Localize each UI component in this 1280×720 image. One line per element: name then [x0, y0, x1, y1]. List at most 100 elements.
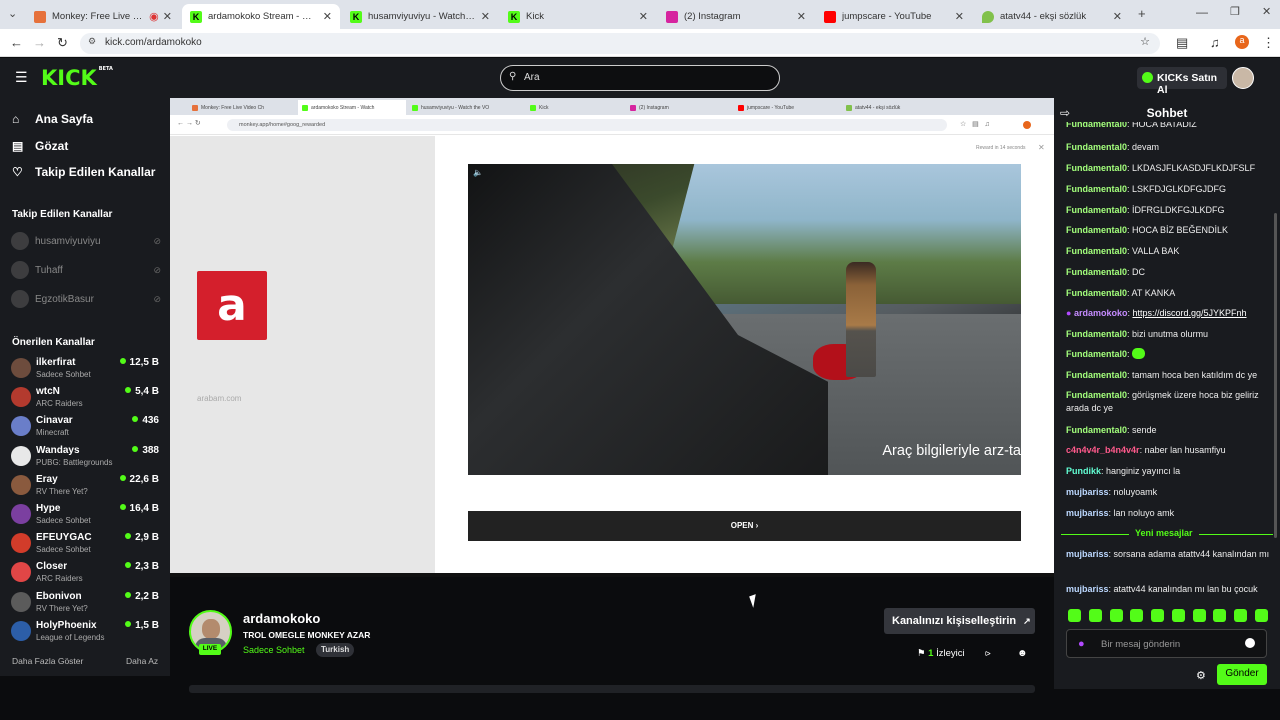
recommended-channel[interactable]: EFEUYGAC Sadece Sohbet 2,9 B [11, 530, 161, 558]
collapse-chat-icon[interactable]: ⇨ [1060, 106, 1070, 120]
sidebar-item-browse[interactable]: ▤ Gözat [12, 139, 68, 153]
follow-user-icon[interactable]: ☻ [1017, 648, 1028, 659]
site-info-icon[interactable]: ⚙ [88, 36, 96, 47]
forward-icon[interactable]: → [33, 35, 46, 50]
sidebar-item-home[interactable]: ⌂ Ana Sayfa [12, 112, 93, 126]
followed-channel[interactable]: EgzotikBasur ⊘ [11, 290, 161, 308]
emoji-picker-icon[interactable] [1245, 638, 1255, 648]
tab-search-icon[interactable]: ⌄ [8, 7, 17, 20]
close-window-icon[interactable]: ✕ [1262, 5, 1271, 18]
chat-username[interactable]: Fundamental0 [1066, 246, 1127, 256]
chat-username[interactable]: Fundamental0 [1066, 205, 1127, 215]
chat-scrollbar[interactable] [1274, 213, 1277, 538]
chat-username[interactable]: Fundamental0 [1066, 225, 1127, 235]
followed-channel[interactable]: Tuhaff ⊘ [11, 261, 161, 279]
stream-category[interactable]: Sadece Sohbet [243, 645, 305, 655]
recommended-channel[interactable]: Wandays PUBG: Battlegrounds 388 [11, 443, 161, 471]
extensions-icon[interactable]: ▤ [1176, 35, 1188, 51]
emote-icon[interactable] [1088, 609, 1102, 622]
followed-channel[interactable]: husamviyuviyu ⊘ [11, 232, 161, 250]
chat-username[interactable]: Fundamental0 [1066, 390, 1127, 400]
show-more-link[interactable]: Daha Fazla Göster [12, 656, 83, 666]
share-icon[interactable]: ⪧ [985, 648, 991, 659]
back-icon[interactable]: ← [10, 35, 23, 50]
browser-tab-youtube[interactable]: jumpscare - YouTube ✕ [816, 4, 972, 29]
chat-username[interactable]: Fundamental0 [1066, 425, 1127, 435]
chat-username[interactable]: mujbariss [1066, 584, 1109, 594]
browser-tab-instagram[interactable]: (2) Instagram ✕ [658, 4, 814, 29]
chat-username[interactable]: Fundamental0 [1066, 267, 1127, 277]
sidebar-item-following[interactable]: ♡ Takip Edilen Kanallar [12, 165, 155, 179]
url-field[interactable]: ⚙ kick.com/ardamokoko ☆ [80, 33, 1160, 54]
emote-icon[interactable] [1213, 609, 1227, 622]
viewer-count: 2,3 B [125, 561, 159, 572]
close-tab-icon[interactable]: ✕ [797, 10, 806, 23]
chat-username[interactable]: Fundamental0 [1066, 142, 1127, 152]
emote-icon[interactable] [1254, 609, 1268, 622]
recommended-channel[interactable]: Hype Sadece Sohbet 16,4 B [11, 501, 161, 529]
recommended-channel[interactable]: Closer ARC Raiders 2,3 B [11, 559, 161, 587]
emote-icon[interactable] [1068, 609, 1081, 622]
emote-icon[interactable] [1192, 609, 1206, 622]
discord-link[interactable]: https://discord.gg/5JYKPFnh [1132, 308, 1246, 318]
emote-icon[interactable] [1234, 609, 1248, 622]
chat-username[interactable]: Fundamental0 [1066, 349, 1127, 359]
minimize-icon[interactable]: — [1196, 5, 1208, 19]
profile-avatar[interactable]: a [1235, 35, 1249, 49]
close-tab-icon[interactable]: ✕ [955, 10, 964, 23]
chat-username[interactable]: Fundamental0 [1066, 163, 1127, 173]
channel-name: Wandays [36, 444, 80, 456]
stream-video-player[interactable]: Monkey: Free Live Video Ch ardamokoko Str… [170, 98, 1054, 577]
send-button[interactable]: Gönder [1217, 664, 1267, 685]
browser-tab-monkey[interactable]: Monkey: Free Live Video Ch ◉ ✕ [26, 4, 180, 29]
chat-username[interactable]: Fundamental0 [1066, 122, 1127, 129]
browser-tab-husamviyuviyu[interactable]: K husamviyuviyu - Watch the VO ✕ [342, 4, 498, 29]
chat-username[interactable]: Fundamental0 [1066, 329, 1127, 339]
close-tab-icon[interactable]: ✕ [163, 10, 172, 23]
chat-username[interactable]: mujbariss [1066, 508, 1109, 518]
customize-channel-button[interactable]: Kanalınızı kişiselleştirin ↗ [884, 608, 1035, 634]
media-icon[interactable]: ♫ [1210, 35, 1220, 50]
show-less-link[interactable]: Daha Az [126, 656, 158, 666]
recommended-channel[interactable]: wtcN ARC Raiders 5,4 B [11, 384, 161, 412]
channel-name[interactable]: ardamokoko [243, 611, 320, 626]
user-avatar[interactable] [1232, 67, 1254, 89]
emote-icon[interactable] [1171, 609, 1185, 622]
recommended-channel[interactable]: HolyPhoenix League of Legends 1,5 B [11, 618, 161, 646]
kick-logo[interactable]: KICK BETA [41, 66, 113, 90]
browser-tab-ardamokoko[interactable]: K ardamokoko Stream - Watch L ✕ [182, 4, 340, 29]
bookmark-star-icon[interactable]: ☆ [1140, 35, 1150, 48]
recommended-channel[interactable]: ilkerfirat Sadece Sohbet 12,5 B [11, 355, 161, 383]
chat-username[interactable]: c4n4v4r_b4n4v4r [1066, 445, 1140, 455]
new-tab-icon[interactable]: + [1138, 6, 1146, 21]
chat-username[interactable]: ardamokoko [1074, 308, 1128, 318]
buy-kicks-button[interactable]: KICKs Satın Al [1137, 67, 1227, 96]
language-tag[interactable]: Turkish [316, 643, 355, 657]
emote-icon[interactable] [1109, 609, 1123, 622]
browser-tab-kick[interactable]: K Kick ✕ [500, 4, 656, 29]
microphone-icon[interactable]: ● [1078, 638, 1085, 650]
search-input[interactable]: ⚲ Ara [500, 65, 780, 91]
recommended-channel[interactable]: Eray RV There Yet? 22,6 B [11, 472, 161, 500]
chat-username[interactable]: Fundamental0 [1066, 184, 1127, 194]
chat-username[interactable]: mujbariss [1066, 487, 1109, 497]
reload-icon[interactable]: ↻ [57, 35, 68, 51]
browser-menu-icon[interactable]: ⋮ [1262, 35, 1275, 51]
chat-username[interactable]: mujbariss [1066, 549, 1109, 559]
close-tab-icon[interactable]: ✕ [481, 10, 490, 23]
chat-message-input[interactable]: Bir mesaj gönderin [1066, 629, 1267, 658]
close-tab-icon[interactable]: ✕ [1113, 10, 1122, 23]
hamburger-menu-icon[interactable]: ☰ [15, 69, 28, 86]
browser-tab-eksi[interactable]: atatv44 - ekşi sözlük ✕ [974, 4, 1130, 29]
restore-icon[interactable]: ❐ [1230, 5, 1240, 18]
emote-icon[interactable] [1130, 609, 1144, 622]
recommended-channel[interactable]: Cinavar Minecraft 436 [11, 413, 161, 441]
chat-username[interactable]: Fundamental0 [1066, 288, 1127, 298]
recommended-channel[interactable]: Ebonivon RV There Yet? 2,2 B [11, 589, 161, 617]
chat-username[interactable]: Pundikk [1066, 466, 1101, 476]
emote-icon[interactable] [1151, 609, 1165, 622]
close-tab-icon[interactable]: ✕ [323, 10, 332, 23]
chat-username[interactable]: Fundamental0 [1066, 370, 1127, 380]
gear-icon[interactable]: ⚙ [1196, 669, 1206, 682]
close-tab-icon[interactable]: ✕ [639, 10, 648, 23]
